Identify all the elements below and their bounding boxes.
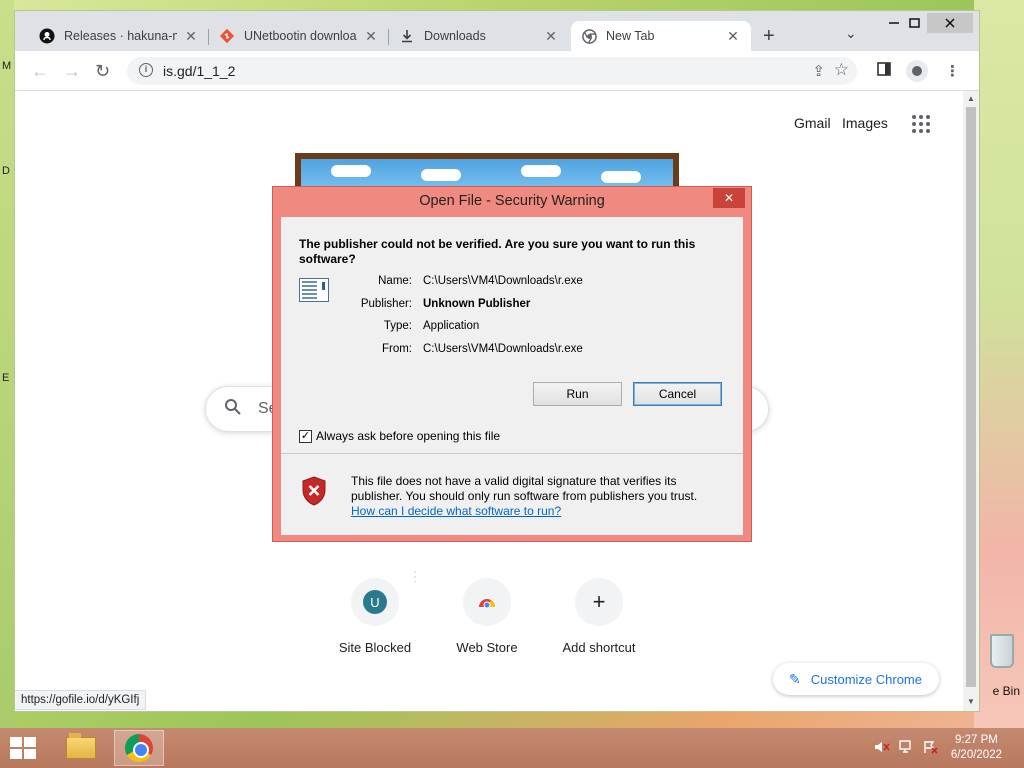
tab-title: Releases · hakuna-m/… (64, 29, 177, 43)
file-explorer-taskbar-button[interactable] (56, 730, 106, 766)
tab-title: UNetbootin download (244, 29, 357, 43)
maximize-icon[interactable] (899, 13, 929, 33)
cancel-button[interactable]: Cancel (633, 382, 722, 406)
tab-releases[interactable]: Releases · hakuna-m/… ✕ (29, 21, 209, 51)
dialog-title: Open File - Security Warning (419, 193, 605, 209)
desktop-left-edge: M D E (0, 0, 14, 730)
field-value: C:\Users\VM4\Downloads\r.exe (423, 275, 583, 287)
gmail-link[interactable]: Gmail (794, 115, 831, 131)
tab-strip: Releases · hakuna-m/… ✕ UNetbootin downl… (15, 11, 979, 51)
network-icon[interactable] (898, 740, 914, 757)
folder-icon (66, 733, 96, 759)
profile-avatar-icon[interactable] (906, 60, 928, 82)
shortcut-tile: + (575, 578, 623, 626)
field-value: Unknown Publisher (423, 298, 531, 310)
security-warning-dialog: Open File - Security Warning ✕ The publi… (272, 186, 752, 542)
field-label: Name: (378, 275, 412, 287)
taskbar: 9:27 PM 6/20/2022 (0, 728, 1024, 768)
address-url[interactable]: is.gd/1_1_2 (163, 63, 235, 79)
volume-muted-icon[interactable] (874, 740, 890, 757)
images-link[interactable]: Images (842, 115, 888, 131)
site-info-icon[interactable]: i (139, 63, 153, 77)
clock-date: 6/20/2022 (950, 749, 1002, 761)
webstore-icon (477, 593, 497, 612)
chevron-down-icon[interactable]: ⌄ (845, 25, 857, 42)
shield-warning-icon (301, 476, 327, 506)
always-ask-checkbox[interactable]: ✓ Always ask before opening this file (299, 429, 500, 443)
help-link[interactable]: How can I decide what software to run? (351, 504, 561, 518)
trash-icon (990, 634, 1014, 668)
tab-new-tab[interactable]: New Tab ✕ (571, 21, 751, 51)
shortcut-tile: U (351, 578, 399, 626)
git-diamond-icon (219, 28, 235, 44)
google-apps-icon[interactable] (912, 115, 930, 133)
field-value: C:\Users\VM4\Downloads\r.exe (423, 343, 583, 355)
share-icon[interactable]: ⇪ (812, 62, 825, 80)
scroll-down-arrow-icon[interactable]: ▼ (967, 697, 975, 706)
close-icon[interactable]: ✕ (725, 28, 741, 45)
field-label: Publisher: (360, 298, 412, 310)
window-close-icon[interactable] (927, 13, 973, 33)
tab-title: Downloads (424, 29, 486, 43)
forward-arrow-icon[interactable]: → (63, 61, 81, 82)
scrollbar-thumb[interactable] (966, 107, 976, 687)
tab-downloads[interactable]: Downloads ✕ (389, 21, 569, 51)
shortcut-label: Web Store (456, 640, 518, 655)
plus-icon: + (592, 589, 606, 614)
more-menu-icon[interactable]: ⋮ (945, 62, 960, 80)
field-label: Type: (383, 320, 412, 332)
shortcut-tile (463, 578, 511, 626)
customize-chrome-button[interactable]: ✎ Customize Chrome (773, 663, 939, 695)
system-clock[interactable]: 9:27 PM 6/20/2022 (951, 733, 1002, 763)
warning-text: This file does not have a valid digital … (351, 474, 698, 503)
shortcut-web-store[interactable]: Web Store (431, 578, 543, 655)
checkbox-label[interactable]: Always ask before opening this file (316, 429, 500, 443)
checkmark-icon[interactable]: ✓ (299, 429, 312, 443)
github-icon (39, 28, 55, 44)
back-arrow-icon[interactable]: ← (31, 61, 49, 82)
shortcut-add[interactable]: + Add shortcut (543, 578, 655, 655)
desktop-icon-label[interactable]: D (2, 165, 10, 177)
search-icon (224, 398, 242, 421)
close-icon[interactable]: ✕ (183, 28, 199, 45)
recycle-bin-label: e Bin (992, 684, 1020, 698)
clock-time: 9:27 PM (955, 734, 998, 746)
customize-label: Customize Chrome (810, 671, 922, 687)
shortcut-label: Add shortcut (562, 640, 636, 655)
chrome-icon (125, 734, 153, 762)
recycle-bin-icon[interactable]: e Bin (980, 632, 1020, 704)
windows-start-icon[interactable] (10, 737, 38, 759)
side-panel-icon[interactable] (877, 62, 891, 80)
letter-avatar-icon: U (363, 590, 387, 614)
divider (281, 453, 743, 454)
dialog-body: The publisher could not be verified. Are… (281, 217, 743, 535)
shortcut-site-blocked[interactable]: U Site Blocked (319, 578, 431, 655)
bookmark-star-icon[interactable]: ☆ (834, 60, 849, 80)
download-icon (399, 28, 415, 44)
field-value: Application (423, 320, 480, 332)
action-center-flag-icon[interactable] (922, 740, 938, 757)
tab-title: New Tab (606, 29, 655, 43)
tab-unetbootin[interactable]: UNetbootin download ✕ (209, 21, 389, 51)
reload-icon[interactable]: ↻ (95, 61, 110, 82)
status-bar-url: https://gofile.io/d/yKGIfj (15, 690, 147, 710)
dialog-heading: The publisher could not be verified. Are… (299, 237, 696, 266)
vertical-scrollbar[interactable]: ▲ ▼ (963, 91, 979, 711)
desktop-icon-label[interactable]: M (2, 60, 11, 72)
pencil-icon: ✎ (789, 670, 801, 687)
scroll-up-arrow-icon[interactable]: ▲ (967, 94, 975, 103)
field-label: From: (381, 343, 412, 355)
dialog-close-icon[interactable]: ✕ (713, 188, 745, 208)
close-icon[interactable]: ✕ (363, 28, 379, 45)
run-button[interactable]: Run (533, 382, 622, 406)
browser-toolbar: ← → ↻ i is.gd/1_1_2 ⇪ ☆ ⋮ (15, 51, 979, 91)
chrome-icon (581, 28, 597, 44)
address-bar[interactable]: i is.gd/1_1_2 ⇪ ☆ (127, 57, 857, 85)
close-icon[interactable]: ✕ (543, 28, 559, 45)
new-tab-plus-icon[interactable]: + (763, 25, 775, 48)
desktop-right-edge (974, 0, 1024, 730)
shortcut-label: Site Blocked (338, 640, 412, 655)
desktop-icon-label[interactable]: E (2, 372, 9, 384)
chrome-taskbar-button[interactable] (114, 730, 164, 766)
